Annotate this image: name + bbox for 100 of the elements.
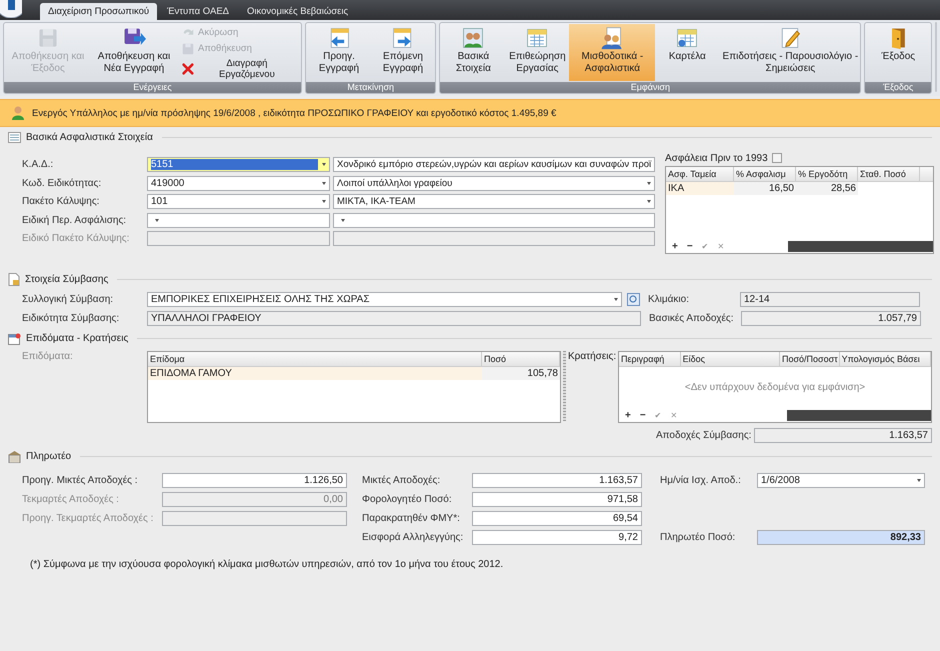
scrollbar[interactable]	[787, 410, 931, 420]
combo-field[interactable]: Λοιποί υπάλληλοι γραφείου	[333, 176, 655, 190]
ribbon-button[interactable]: Βασικά Στοιχεία	[441, 24, 506, 81]
ribbon-icon	[461, 26, 486, 50]
text-field[interactable]: 69,54	[472, 510, 642, 526]
app-tab[interactable]: Διαχείριση Προσωπικού	[40, 3, 158, 20]
text-field[interactable]: 9,72	[472, 530, 642, 544]
splitter-handle[interactable]	[563, 351, 566, 421]
building-icon	[8, 450, 21, 462]
combo-field[interactable]	[333, 231, 655, 246]
dropdown-arrow-icon[interactable]	[341, 218, 345, 222]
ribbon-button[interactable]: Επιθεώρηση Εργασίας	[505, 24, 570, 81]
navigator-button[interactable]: +	[625, 410, 631, 420]
user-icon	[12, 106, 24, 120]
ribbon-background	[935, 22, 938, 92]
field-label: Κλιμάκιο:	[648, 294, 690, 305]
column-header[interactable]: % Ασφαλισμ	[734, 167, 796, 181]
ribbon-button[interactable]: Επόμενη Εγγραφή	[371, 24, 435, 81]
field-label: Συλλογική Σύμβαση:	[22, 294, 114, 305]
text-field[interactable]: ΥΠΑΛΛΗΛΟΙ ΓΡΑΦΕΙΟΥ	[147, 311, 641, 326]
combo-field[interactable]	[147, 212, 330, 228]
text-field[interactable]: 1.163,57	[754, 428, 932, 443]
app-logo-icon[interactable]	[0, 0, 22, 18]
column-header[interactable]: Ασφ. Ταμεία	[666, 167, 734, 181]
combo-field[interactable]: 5151	[147, 157, 330, 172]
ribbon-icon	[675, 26, 700, 50]
ribbon-icon	[181, 42, 195, 56]
dropdown-arrow-icon[interactable]	[155, 218, 159, 222]
column-header[interactable]: Ποσό	[482, 352, 560, 366]
field-label: Μικτές Αποδοχές:	[362, 474, 442, 486]
field-label: Εισφορά Αλληλεγγύης:	[362, 532, 464, 542]
text-field[interactable]: 12-14	[740, 292, 920, 307]
dropdown-arrow-icon[interactable]	[322, 163, 326, 166]
column-header[interactable]: Περιγραφή	[619, 352, 681, 366]
group-title: Ενέργειες	[4, 82, 301, 93]
dropdown-arrow-icon[interactable]	[322, 200, 326, 203]
info-text: Ενεργός Υπάλληλος με ημ/νία πρόσληψης 19/6/2008 , ειδικότητα ΠΡΟΣΩΠΙΚΟ ΓΡΑΦΕΙΟΥ και εργοδοτικό κόστος 1.495,89 €	[32, 108, 556, 118]
navigator-button[interactable]: −	[640, 410, 646, 420]
combo-field[interactable]: Χονδρικό εμπόριο στερεών,υγρών και αερίων καυσίμων και συναφών προϊ	[333, 157, 655, 172]
section-title: Επιδόματα - Κρατήσεις	[26, 333, 128, 344]
field-label: Ειδικότητα Σύμβασης:	[22, 313, 120, 324]
field-label: Αποδοχές Σύμβασης:	[656, 430, 752, 441]
field-label: Επιδόματα:	[22, 351, 74, 364]
column-header[interactable]: Υπολογισμός Βάσει	[840, 352, 931, 366]
field-label: Φορολογητέο Ποσό:	[362, 494, 453, 504]
column-header[interactable]: % Εργοδότη	[796, 167, 858, 181]
column-header[interactable]: Επίδομα	[148, 352, 482, 366]
ribbon-button[interactable]: Έξοδος	[866, 24, 930, 81]
ribbon-icon	[600, 26, 624, 50]
text-field[interactable]: 892,33	[757, 530, 925, 544]
text-field[interactable]: 1.163,57	[472, 472, 642, 488]
column-header[interactable]: Σταθ. Ποσό	[858, 167, 920, 181]
dropdown-arrow-icon[interactable]	[647, 200, 651, 203]
combo-field[interactable]: 101	[147, 194, 330, 209]
field-label: Ειδική Περ. Ασφάλισης:	[22, 214, 128, 226]
section-title: Πληρωτέο	[26, 451, 72, 462]
empty-message: <Δεν υπάρχουν δεδομένα για εμφάνιση>	[684, 382, 866, 393]
field-label: Τεκμαρτές Αποδοχές :	[22, 494, 120, 504]
checkbox-label: Ασφάλεια Πριν το 1993	[665, 152, 768, 164]
ribbon-button[interactable]: Επιδοτήσεις - Παρουσιολόγιο - Σημειώσεις	[719, 24, 860, 81]
ribbon-button[interactable]: Καρτέλα	[655, 24, 720, 81]
ribbon-button[interactable]: Αποθήκευση και Νέα Εγγραφή	[91, 24, 177, 81]
ribbon-button[interactable]: Μισθοδοτικά - Ασφαλιστικά	[569, 24, 656, 81]
text-field[interactable]: 1/6/2008	[757, 472, 925, 488]
combo-field[interactable]: ΜΙΚΤΑ, ΙΚΑ-TEAM	[333, 194, 655, 209]
column-header[interactable]: Ποσό/Ποσοστ	[780, 352, 840, 366]
ribbon-button[interactable]: Διαγραφή Εργαζόμενου	[181, 58, 296, 80]
text-field[interactable]: 1.057,79	[741, 311, 921, 326]
checkbox[interactable]	[772, 153, 782, 163]
text-field[interactable]: 1.126,50	[162, 472, 347, 488]
dropdown-arrow-icon[interactable]	[322, 182, 326, 184]
field-label: Ημ/νία Ισχ. Αποδ.:	[660, 474, 742, 486]
calendar-icon	[8, 332, 21, 344]
text-field[interactable]: 971,58	[472, 492, 642, 506]
field-label: Παρακρατηθέν ΦΜΥ*:	[362, 512, 461, 524]
field-label: Βασικές Αποδοχές:	[649, 313, 735, 324]
field-label: Πακέτο Κάλυψης:	[22, 196, 100, 207]
app-tab[interactable]: Έντυπα ΟΑΕΔ	[159, 3, 237, 20]
combo-field[interactable]: ΕΜΠΟΡΙΚΕΣ ΕΠΙΧΕΙΡΗΣΕΙΣ ΟΛΗΣ ΤΗΣ ΧΩΡΑΣ	[147, 292, 622, 307]
combo-field[interactable]	[333, 212, 655, 228]
field-label: Κ.Α.Δ.:	[22, 159, 54, 170]
field-label: Ειδικό Πακέτο Κάλυψης:	[22, 233, 130, 244]
field-label: Κρατήσεις:	[568, 351, 618, 364]
table-cell: ΙΚΑ	[666, 182, 734, 195]
column-header[interactable]: Είδος	[680, 352, 780, 366]
dropdown-arrow-icon[interactable]	[917, 478, 921, 482]
ribbon-button[interactable]: Προηγ. Εγγραφή	[307, 24, 371, 81]
group-title: Μετακίνηση	[306, 82, 436, 93]
field-label: Προηγ. Μικτές Αποδοχές :	[22, 474, 139, 486]
dropdown-arrow-icon[interactable]	[614, 298, 618, 301]
navigator-button[interactable]: +	[672, 240, 678, 252]
app-tab[interactable]: Οικονομικές Βεβαιώσεις	[239, 3, 356, 20]
field-label: Πληρωτέο Ποσό:	[660, 532, 736, 542]
scrollbar[interactable]	[788, 240, 933, 252]
field-label: Προηγ. Τεκμαρτές Αποδοχές :	[22, 512, 154, 524]
lookup-icon[interactable]	[627, 293, 640, 306]
navigator-button[interactable]: −	[686, 240, 693, 252]
footnote: (*) Σύμφωνα με την ισχύουσα φορολογική κλίμακα μισθωτών υπηρεσιών, από τον 1ο μήνα του έτους 2012.	[29, 559, 504, 570]
dropdown-arrow-icon[interactable]	[647, 182, 651, 184]
combo-field[interactable]: 419000	[147, 176, 330, 190]
